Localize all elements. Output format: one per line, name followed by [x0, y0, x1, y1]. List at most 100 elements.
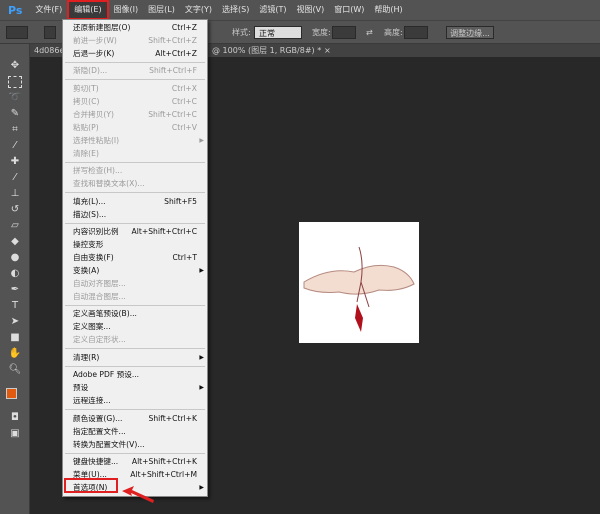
menu-item-label: 粘贴(P)	[73, 122, 99, 132]
hand-tool-icon[interactable]: ✋	[8, 348, 22, 360]
history-brush-icon[interactable]: ↺	[8, 204, 22, 216]
edit-menu-item: 合并拷贝(Y) Shift+Ctrl+C	[63, 108, 207, 121]
menu-item-label: 剪切(T)	[73, 83, 99, 93]
marquee-tool-icon[interactable]	[8, 76, 22, 88]
clone-stamp-icon[interactable]: ⊥	[8, 188, 22, 200]
dodge-tool-icon[interactable]: ◐	[8, 268, 22, 280]
menu-1[interactable]: 编辑(E)	[67, 0, 109, 20]
red-arrow-annotation	[122, 486, 154, 503]
menu-item-label: 定义画笔预设(B)...	[73, 309, 137, 319]
pen-tool-icon[interactable]: ✒	[8, 284, 22, 296]
menu-5[interactable]: 选择(S)	[217, 0, 254, 20]
paint-bucket-icon[interactable]: ◆	[8, 236, 22, 248]
edit-menu-item[interactable]: 定义图案...	[63, 320, 207, 333]
edit-menu-item: 清除(E)	[63, 147, 207, 160]
menu-item-shortcut: Shift+Ctrl+C	[148, 109, 197, 119]
shape-tool-icon[interactable]: ■	[8, 332, 22, 344]
menu-item-shortcut: Ctrl+C	[171, 96, 197, 106]
menu-item-shortcut: Ctrl+Z	[171, 23, 197, 32]
healing-brush-icon[interactable]: ✚	[8, 156, 22, 168]
menu-item-label: 拷贝(C)	[73, 96, 100, 106]
tab-close-button[interactable]: ×	[320, 44, 335, 57]
width-input[interactable]	[332, 26, 356, 39]
submenu-arrow-icon: ▶	[199, 266, 204, 274]
eyedropper-icon[interactable]: ⁄	[8, 140, 22, 152]
edit-menu-item[interactable]: 操控变形	[63, 238, 207, 251]
screen-mode-icon[interactable]: ▣	[8, 428, 22, 440]
edit-menu-dropdown: 还原新建图层(O) Ctrl+Z 前进一步(W) Shift+Ctrl+Z 后退一步(K…	[62, 19, 208, 497]
menu-item-label: 预设	[73, 383, 89, 393]
zoom-tool-icon[interactable]: 🔍︎	[8, 364, 22, 376]
menu-item-label: 还原新建图层(O)	[73, 23, 131, 32]
submenu-arrow-icon: ▶	[199, 483, 204, 491]
edit-menu-item[interactable]: 颜色设置(G)... Shift+Ctrl+K	[63, 412, 207, 425]
menu-2[interactable]: 图像(I)	[109, 0, 144, 20]
menu-item-label: 指定配置文件...	[73, 426, 126, 436]
menu-item-label: 远程连接...	[73, 396, 111, 406]
edit-menu-item[interactable]: 预设 ▶	[63, 381, 207, 394]
menu-item-label: 渐隐(D)...	[73, 66, 108, 76]
menu-7[interactable]: 视图(V)	[291, 0, 329, 20]
menu-4[interactable]: 文字(Y)	[180, 0, 217, 20]
menu-item-label: 合并拷贝(Y)	[73, 109, 114, 119]
edit-menu-item[interactable]: 指定配置文件...	[63, 425, 207, 438]
edit-menu-item[interactable]: 还原新建图层(O) Ctrl+Z	[63, 21, 207, 34]
submenu-arrow-icon: ▶	[199, 384, 204, 392]
edit-menu-item: 定义自定形状...	[63, 333, 207, 346]
menu-0[interactable]: 文件(F)	[30, 0, 67, 20]
menu-item-label: 自动混合图层...	[73, 291, 126, 301]
foreground-color-swatch[interactable]	[6, 388, 17, 399]
edit-menu-item[interactable]: 后退一步(K) Alt+Ctrl+Z	[63, 47, 207, 60]
edit-menu-item[interactable]: 变换(A) ▶	[63, 264, 207, 277]
edit-menu-item[interactable]: 描边(S)...	[63, 208, 207, 221]
tab-document-active[interactable]: @ 100% (图层 1, RGB/8#) *	[208, 44, 325, 57]
edit-menu-item: 选择性粘贴(I) ▶	[63, 134, 207, 147]
menu-9[interactable]: 帮助(H)	[369, 0, 407, 20]
marquee-tool-preset[interactable]	[6, 26, 28, 39]
edit-menu-item[interactable]: 转换为配置文件(V)...	[63, 438, 207, 451]
preferences-highlight-box	[64, 478, 118, 493]
edit-menu-item[interactable]: 键盘快捷键... Alt+Shift+Ctrl+K	[63, 455, 207, 468]
blur-tool-icon[interactable]: ●	[8, 252, 22, 264]
menu-3[interactable]: 图层(L)	[143, 0, 180, 20]
menu-item-shortcut: Alt+Shift+Ctrl+M	[130, 469, 197, 479]
menu-item-label: 变换(A)	[73, 265, 100, 275]
edit-menu-item[interactable]: 清理(R) ▶	[63, 351, 207, 364]
type-tool-icon[interactable]: T	[8, 300, 22, 312]
menu-item-label: Adobe PDF 预设...	[73, 370, 140, 380]
menu-8[interactable]: 窗口(W)	[329, 0, 369, 20]
brush-tool-icon[interactable]: ⁄	[8, 172, 22, 184]
quick-select-icon[interactable]: ✎	[8, 108, 22, 120]
move-tool-icon[interactable]: ✥	[8, 60, 22, 72]
menu-item-label: 描边(S)...	[73, 209, 107, 219]
photoshop-logo: Ps	[8, 3, 23, 17]
menu-item-label: 定义图案...	[73, 322, 111, 332]
menu-bar: Ps 文件(F) 编辑(E) 图像(I) 图层(L) 文字(Y) 选择(S) 滤镜(T) 视图…	[0, 0, 600, 20]
path-select-icon[interactable]: ➤	[8, 316, 22, 328]
edit-menu-item: 前进一步(W) Shift+Ctrl+Z	[63, 34, 207, 47]
style-select[interactable]: 正常	[254, 26, 302, 39]
selection-mode-icon[interactable]	[44, 26, 56, 39]
edit-menu-item: 自动混合图层...	[63, 290, 207, 303]
edit-menu-item[interactable]: 定义画笔预设(B)...	[63, 307, 207, 320]
quick-mask-icon[interactable]: ◘	[8, 412, 22, 424]
eraser-icon[interactable]: ▱	[8, 220, 22, 232]
menu-6[interactable]: 滤镜(T)	[254, 0, 291, 20]
menu-item-label: 自由变换(F)	[73, 252, 114, 262]
refine-edge-button[interactable]: 调整边缘...	[446, 26, 494, 39]
menu-item-label: 查找和替换文本(X)...	[73, 179, 145, 189]
edit-menu-item[interactable]: 内容识别比例 Alt+Shift+Ctrl+C	[63, 225, 207, 238]
menu-item-label: 转换为配置文件(V)...	[73, 439, 145, 449]
menu-item-label: 操控变形	[73, 239, 104, 249]
menu-item-shortcut: Ctrl+V	[171, 122, 197, 132]
edit-menu-item[interactable]: Adobe PDF 预设...	[63, 368, 207, 381]
height-input[interactable]	[404, 26, 428, 39]
edit-menu-item[interactable]: 填充(L)... Shift+F5	[63, 195, 207, 208]
swap-icon[interactable]: ⇄	[366, 26, 373, 39]
submenu-arrow-icon: ▶	[199, 353, 204, 361]
lasso-tool-icon[interactable]: ➰	[8, 92, 22, 104]
menu-item-shortcut: Shift+F5	[164, 196, 197, 206]
edit-menu-item[interactable]: 自由变换(F) Ctrl+T	[63, 251, 207, 264]
edit-menu-item[interactable]: 远程连接...	[63, 394, 207, 407]
crop-tool-icon[interactable]: ⌗	[8, 124, 22, 136]
